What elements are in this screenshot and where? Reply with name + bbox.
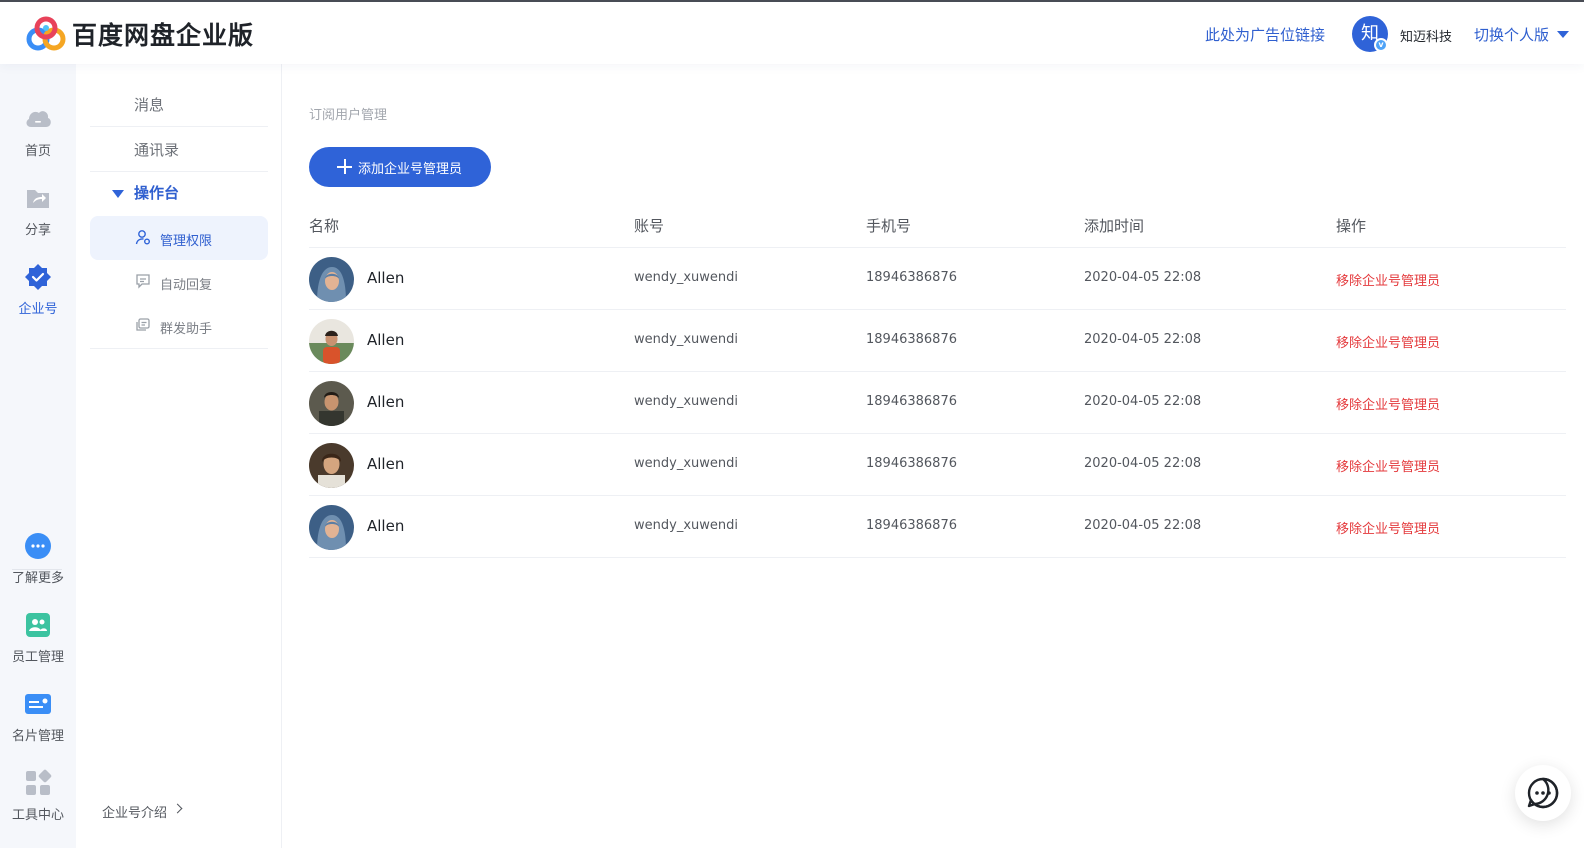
rail-item-enterprise[interactable]: 企业号 <box>0 262 76 317</box>
user-name: Allen <box>367 269 405 287</box>
user-phone: 18946386876 <box>866 332 957 347</box>
user-account: wendy_xuwendi <box>634 456 738 471</box>
avatar[interactable] <box>309 319 354 364</box>
user-phone: 18946386876 <box>866 270 957 285</box>
rail-label: 企业号 <box>18 302 58 317</box>
rail-item-share[interactable]: 分享 <box>0 183 76 238</box>
more-dots-icon <box>25 533 51 559</box>
user-name: Allen <box>367 393 405 411</box>
added-time: 2020-04-05 22:08 <box>1084 332 1202 347</box>
column-header-phone: 手机号 <box>866 217 912 235</box>
breadcrumb: 订阅用户管理 <box>309 108 388 123</box>
left-rail: 首页 分享 企业号 了解更多 员工管理 名片管理 工具中心 <box>0 64 76 848</box>
remove-admin-link[interactable]: 移除企业号管理员 <box>1336 332 1440 351</box>
sidebar-group-console[interactable]: 操作台 <box>90 174 268 214</box>
table-row: Allen wendy_xuwendi 18946386876 2020-04-… <box>309 496 1566 558</box>
rail-label: 分享 <box>24 223 51 238</box>
remove-admin-link[interactable]: 移除企业号管理员 <box>1336 270 1440 289</box>
chat-support-button[interactable] <box>1515 765 1571 821</box>
remove-admin-link[interactable]: 移除企业号管理员 <box>1336 456 1440 475</box>
user-name: Allen <box>367 517 405 535</box>
avatar[interactable] <box>309 381 354 426</box>
broadcast-icon <box>136 318 150 331</box>
user-name: Allen <box>367 331 405 349</box>
avatar[interactable] <box>309 505 354 550</box>
avatar[interactable] <box>309 443 354 488</box>
share-folder-icon <box>27 190 49 208</box>
rail-item-staff[interactable]: 员工管理 <box>0 610 76 665</box>
sidebar-item-broadcast[interactable]: 群发助手 <box>90 304 268 348</box>
cloud-icon <box>26 111 51 127</box>
rail-label: 工具中心 <box>11 808 64 823</box>
enterprise-intro-link[interactable]: 企业号介绍 <box>102 802 167 821</box>
avatar[interactable] <box>309 257 354 302</box>
sidebar-item-label: 消息 <box>134 96 165 114</box>
top-header: 百度网盘企业版 此处为广告位链接 知 v 知迈科技 切换个人版 <box>0 2 1584 64</box>
added-time: 2020-04-05 22:08 <box>1084 270 1202 285</box>
org-name[interactable]: 知迈科技 <box>1400 26 1452 45</box>
user-permission-icon <box>135 230 150 245</box>
column-header-action: 操作 <box>1336 217 1367 235</box>
plus-icon <box>337 159 352 174</box>
staff-icon <box>26 613 50 637</box>
verified-icon: v <box>1374 38 1388 52</box>
admin-table: 名称 账号 手机号 添加时间 操作 Allen wendy_xuwendi 18… <box>309 205 1566 558</box>
triangle-down-icon <box>112 190 124 198</box>
table-row: Allen wendy_xuwendi 18946386876 2020-04-… <box>309 434 1566 496</box>
rail-label: 员工管理 <box>11 650 64 665</box>
user-phone: 18946386876 <box>866 394 957 409</box>
rail-item-tools[interactable]: 工具中心 <box>0 768 76 823</box>
add-admin-button[interactable]: 添加企业号管理员 <box>309 147 491 187</box>
table-row: Allen wendy_xuwendi 18946386876 2020-04-… <box>309 372 1566 434</box>
chat-bubble-icon <box>1527 777 1559 809</box>
table-row: Allen wendy_xuwendi 18946386876 2020-04-… <box>309 310 1566 372</box>
user-account: wendy_xuwendi <box>634 518 738 533</box>
switch-personal-button[interactable]: 切换个人版 <box>1474 24 1549 45</box>
sidebar-item-label: 通讯录 <box>134 141 180 159</box>
column-header-account: 账号 <box>634 217 665 235</box>
table-header: 名称 账号 手机号 添加时间 操作 <box>309 205 1566 248</box>
added-time: 2020-04-05 22:08 <box>1084 456 1202 471</box>
sidebar-divider <box>90 348 268 349</box>
baidu-netdisk-logo[interactable] <box>24 16 68 52</box>
auto-reply-icon <box>136 274 150 289</box>
rail-item-cards[interactable]: 名片管理 <box>0 689 76 744</box>
sidebar-group-label: 操作台 <box>134 184 180 202</box>
sidebar-item-label: 自动回复 <box>160 278 213 293</box>
user-phone: 18946386876 <box>866 456 957 471</box>
sidebar-item-label: 管理权限 <box>160 234 213 249</box>
card-icon <box>25 694 51 714</box>
user-account: wendy_xuwendi <box>634 270 738 285</box>
added-time: 2020-04-05 22:08 <box>1084 394 1202 409</box>
chevron-right-icon[interactable] <box>172 803 183 814</box>
user-phone: 18946386876 <box>866 518 957 533</box>
column-header-name: 名称 <box>309 217 340 235</box>
sidebar-item-contacts[interactable]: 通讯录 <box>90 127 268 172</box>
remove-admin-link[interactable]: 移除企业号管理员 <box>1336 394 1440 413</box>
add-admin-label: 添加企业号管理员 <box>358 161 463 176</box>
rail-item-home[interactable]: 首页 <box>0 104 76 159</box>
secondary-sidebar: 消息 通讯录 操作台 管理权限 自动回复 群发助手 企业号介绍 <box>76 64 282 848</box>
rail-label: 了解更多 <box>11 571 64 586</box>
user-name: Allen <box>367 455 405 473</box>
sidebar-item-permissions[interactable]: 管理权限 <box>90 216 268 260</box>
added-time: 2020-04-05 22:08 <box>1084 518 1202 533</box>
user-account: wendy_xuwendi <box>634 332 738 347</box>
column-header-time: 添加时间 <box>1084 217 1145 235</box>
user-account: wendy_xuwendi <box>634 394 738 409</box>
rail-label: 首页 <box>24 144 51 159</box>
tools-icon <box>26 769 52 795</box>
sidebar-item-label: 群发助手 <box>160 322 213 337</box>
chevron-down-icon[interactable] <box>1557 31 1569 38</box>
sidebar-item-messages[interactable]: 消息 <box>90 82 268 127</box>
rail-label: 名片管理 <box>11 729 64 744</box>
sidebar-item-auto-reply[interactable]: 自动回复 <box>90 260 268 304</box>
brand-title: 百度网盘企业版 <box>72 21 255 50</box>
remove-admin-link[interactable]: 移除企业号管理员 <box>1336 518 1440 537</box>
enterprise-badge-icon <box>25 264 51 290</box>
table-row: Allen wendy_xuwendi 18946386876 2020-04-… <box>309 248 1566 310</box>
ad-link[interactable]: 此处为广告位链接 <box>1205 24 1325 45</box>
rail-item-more[interactable]: 了解更多 <box>0 531 76 586</box>
